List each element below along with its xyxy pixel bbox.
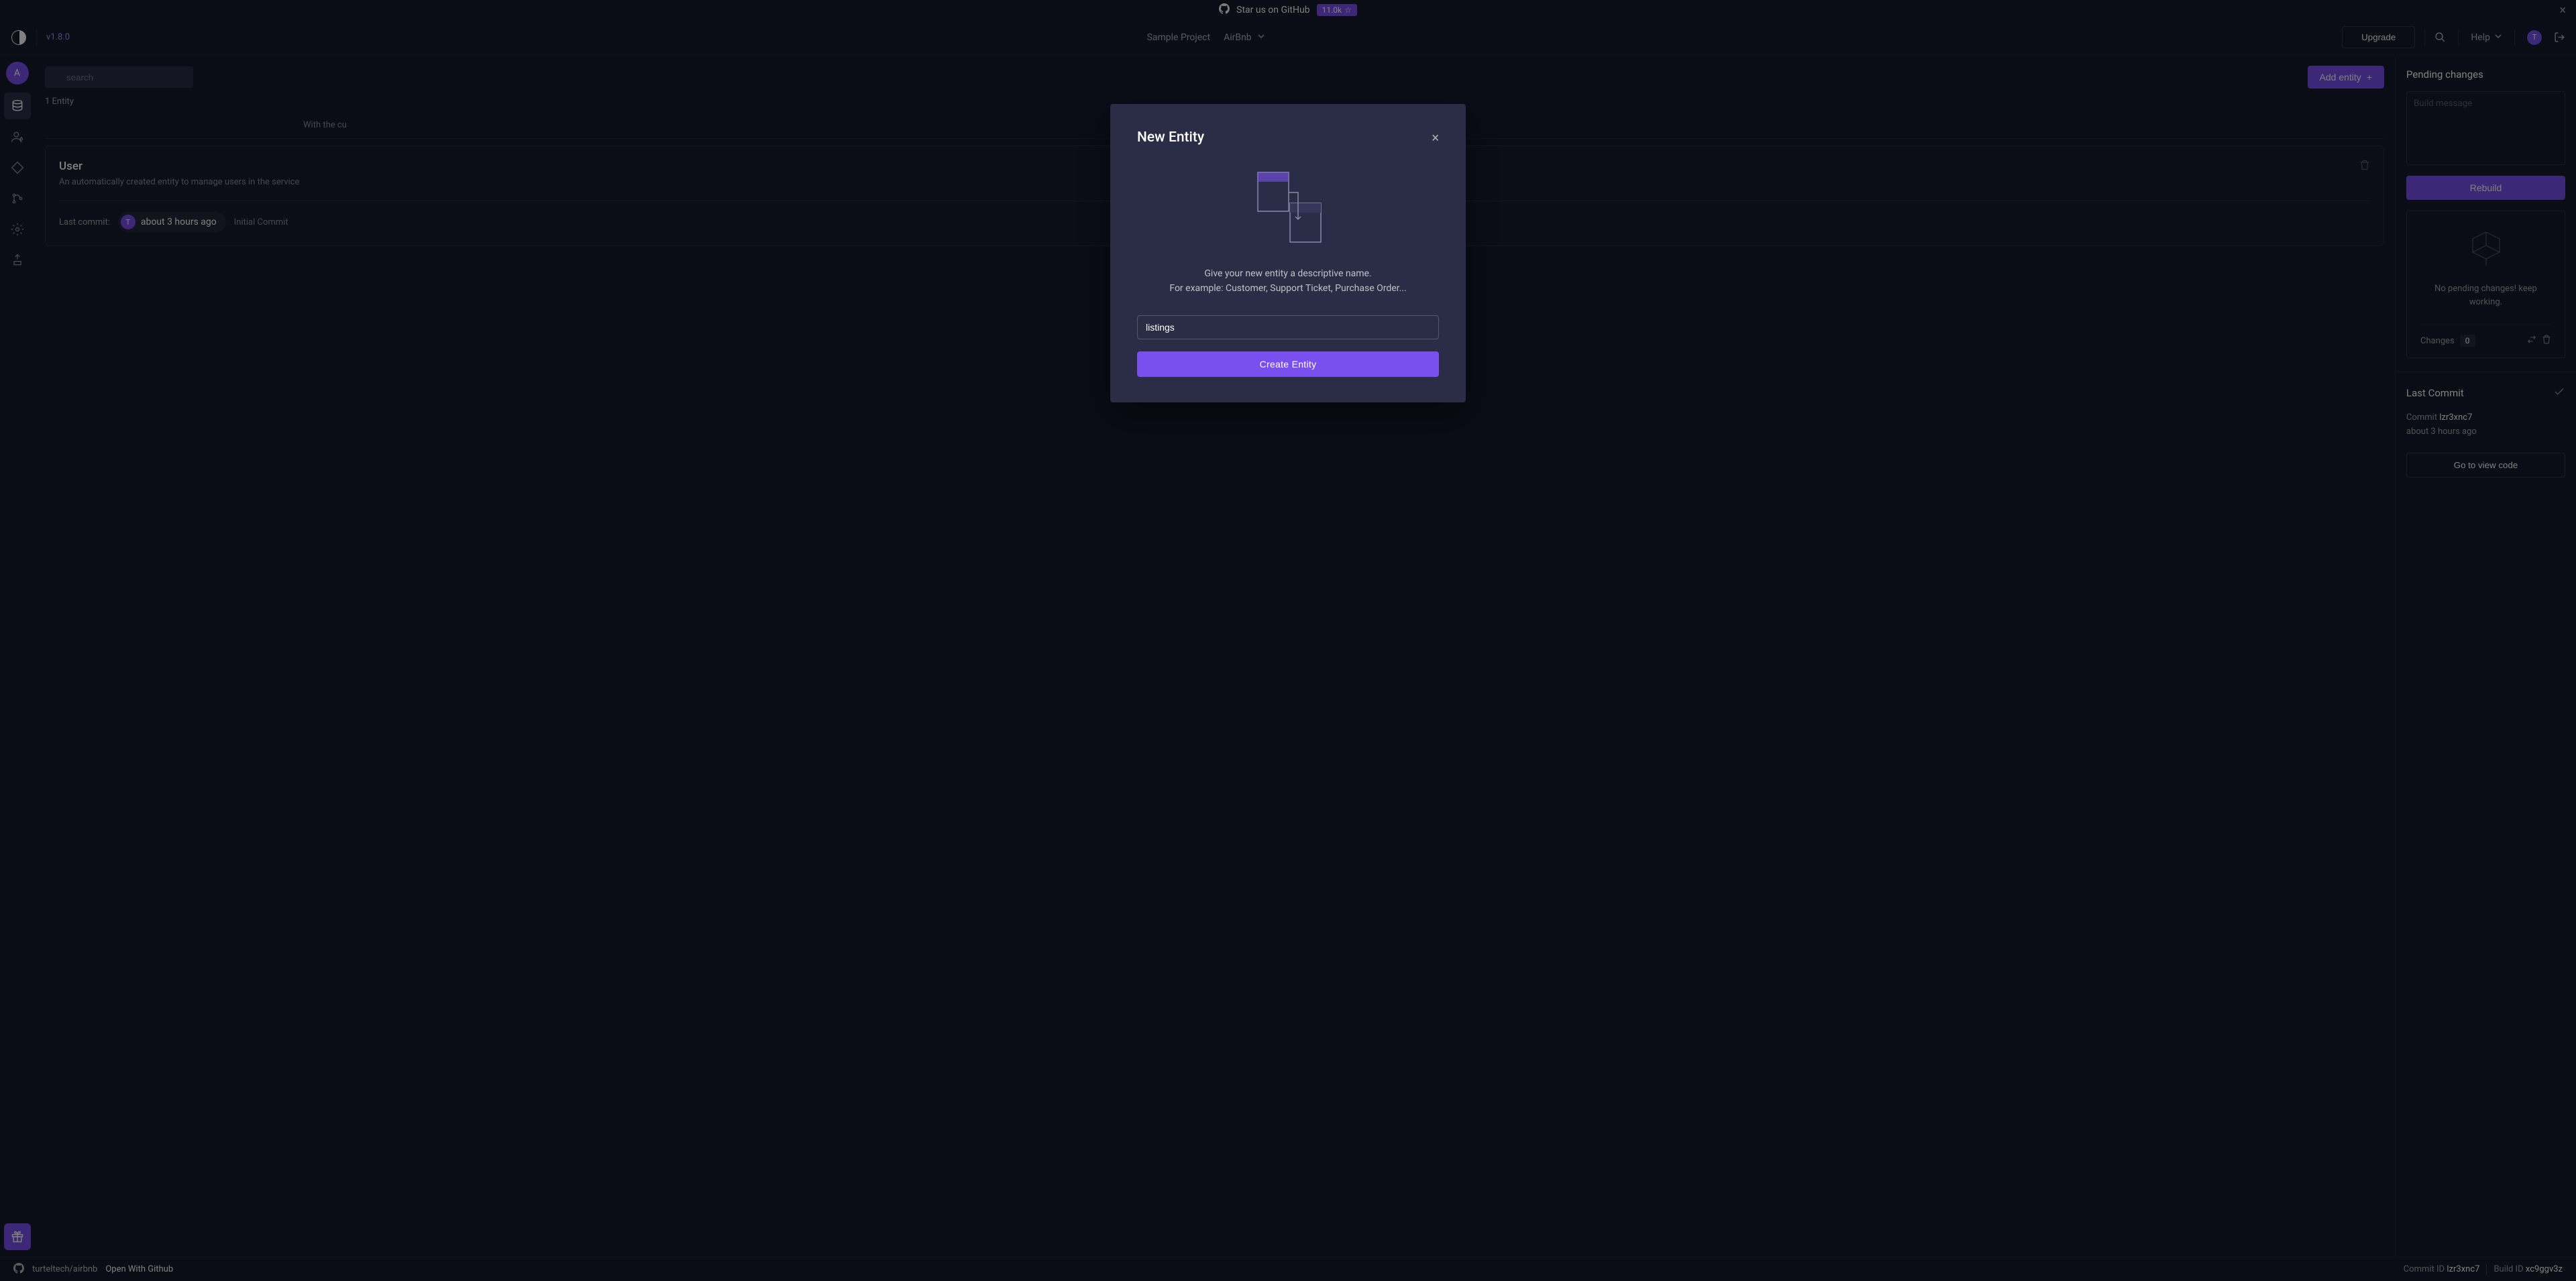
modal-overlay[interactable]: New Entity × Give your new entity a desc…: [0, 0, 2576, 1281]
modal-title: New Entity: [1137, 129, 1204, 146]
entity-name-input[interactable]: [1137, 315, 1439, 339]
new-entity-modal: New Entity × Give your new entity a desc…: [1110, 104, 1466, 402]
create-entity-button[interactable]: Create Entity: [1137, 351, 1439, 377]
close-icon[interactable]: ×: [1432, 129, 1439, 146]
modal-hint: Give your new entity a descriptive name.…: [1137, 266, 1439, 296]
entity-illustration: [1137, 166, 1439, 246]
